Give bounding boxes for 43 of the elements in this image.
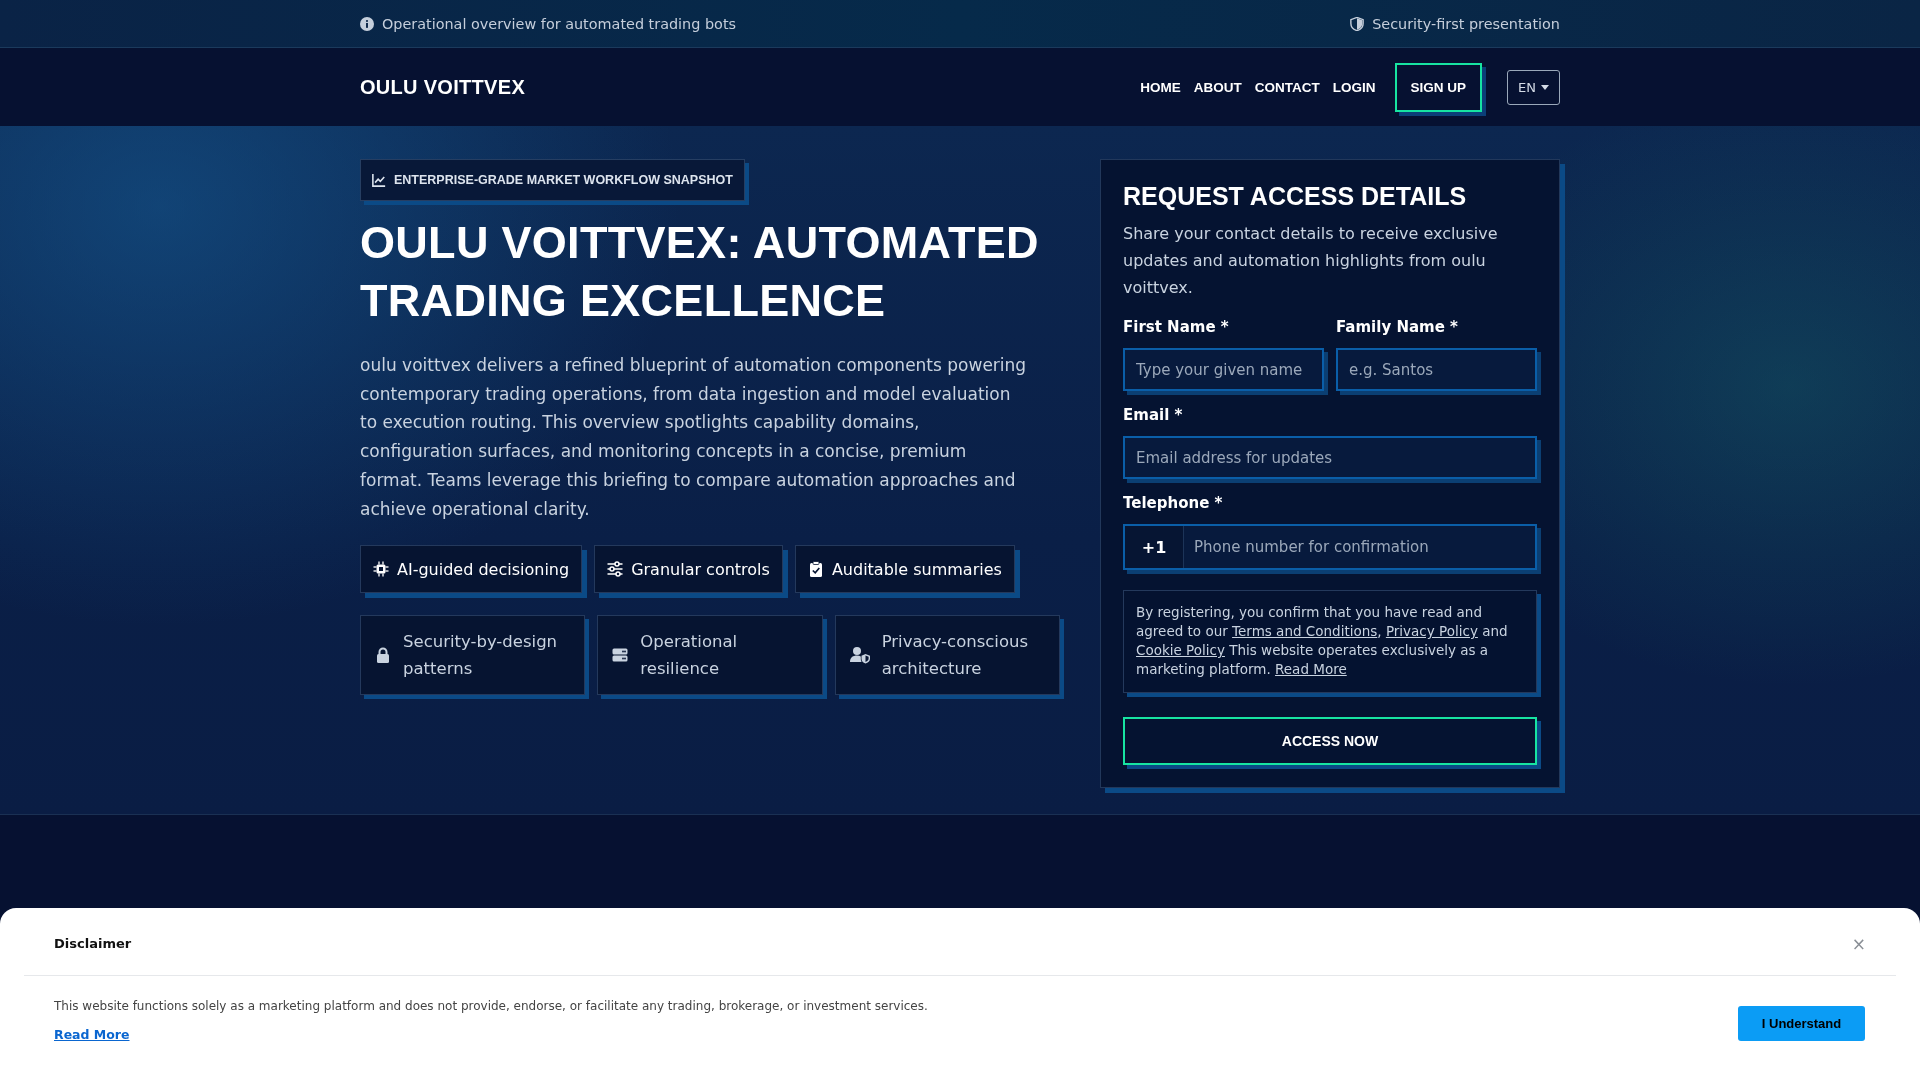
policy-link[interactable]: Read More bbox=[1275, 661, 1347, 677]
disclaimer-title: Disclaimer bbox=[54, 936, 132, 951]
hero-title: OULU VOITTVEX: AUTOMATED TRADING EXCELLENCE bbox=[360, 216, 1040, 328]
cpu-chip-icon bbox=[373, 561, 389, 578]
caret-icon bbox=[1541, 83, 1549, 91]
text-input[interactable]: Email address for updates bbox=[1123, 436, 1537, 479]
language-dropdown[interactable]: EN bbox=[1507, 69, 1560, 105]
read-more-link[interactable]: Read More bbox=[54, 1027, 130, 1042]
top-bar-text: Security-first presentation bbox=[1372, 15, 1560, 32]
feature-text: Operational resilience bbox=[640, 631, 739, 681]
chart-line-icon bbox=[372, 173, 386, 187]
clipboard-check-icon bbox=[807, 561, 824, 578]
understand-button[interactable]: I Understand bbox=[1738, 1005, 1865, 1041]
info-icon bbox=[360, 16, 374, 31]
lock-icon bbox=[375, 647, 391, 664]
policy-link[interactable]: Privacy Policy bbox=[1385, 623, 1478, 639]
feature-text: Security-by-design patterns bbox=[403, 631, 559, 681]
policy-link[interactable]: Cookie Policy bbox=[1136, 642, 1225, 658]
form-description: Share your contact details to receive exclusive updates and automation highlights from oulu voittvex. bbox=[1123, 223, 1499, 299]
feature-text: Privacy-conscious architecture bbox=[881, 631, 1030, 681]
badge-text: ENTERPRISE-GRADE MARKET WORKFLOW SNAPSHOT bbox=[394, 173, 733, 187]
text-input[interactable]: Type your given name bbox=[1123, 348, 1324, 391]
field-label: First Name * bbox=[1123, 317, 1230, 338]
field-label: Telephone * bbox=[1123, 493, 1224, 514]
server-icon bbox=[612, 647, 629, 664]
nav-link[interactable]: HOME bbox=[1140, 79, 1181, 95]
country-code[interactable]: +1 bbox=[1125, 526, 1184, 568]
nav-link[interactable]: CONTACT bbox=[1254, 79, 1320, 95]
top-bar-text: Operational overview for automated trading bots bbox=[382, 15, 737, 32]
disclaimer-text: This website functions solely as a marketing platform and does not provide, endorse, or facilitate any trading, brokerage, or investment services. bbox=[54, 998, 928, 1015]
nav-link[interactable]: ABOUT bbox=[1193, 79, 1242, 95]
sliders-icon bbox=[607, 561, 624, 578]
field-label: Email * bbox=[1123, 405, 1184, 426]
site-logo[interactable]: OULU VOITTVEX bbox=[360, 75, 526, 99]
shield-icon bbox=[1350, 16, 1365, 31]
phone-input[interactable]: Phone number for confirmation bbox=[1184, 526, 1535, 568]
form-title: REQUEST ACCESS DETAILS bbox=[1123, 181, 1468, 212]
user-shield-icon bbox=[849, 645, 870, 666]
hero-description: oulu voittvex delivers a refined blueprint of automation components powering contemporary trading operations, from data ingestion and model evaluation to execution routing. This overview spotlights capability domains, configuration surfaces, and monitoring concepts in a concise, premium format. Teams leverage this briefing to compare automation approaches and achieve operational clarity. bbox=[360, 354, 1028, 521]
policy-link[interactable]: Terms and Conditions bbox=[1232, 623, 1378, 639]
field-label: Family Name * bbox=[1336, 317, 1459, 338]
nav-link[interactable]: LOGIN bbox=[1332, 79, 1376, 95]
text-input[interactable]: e.g. Santos bbox=[1336, 348, 1537, 391]
